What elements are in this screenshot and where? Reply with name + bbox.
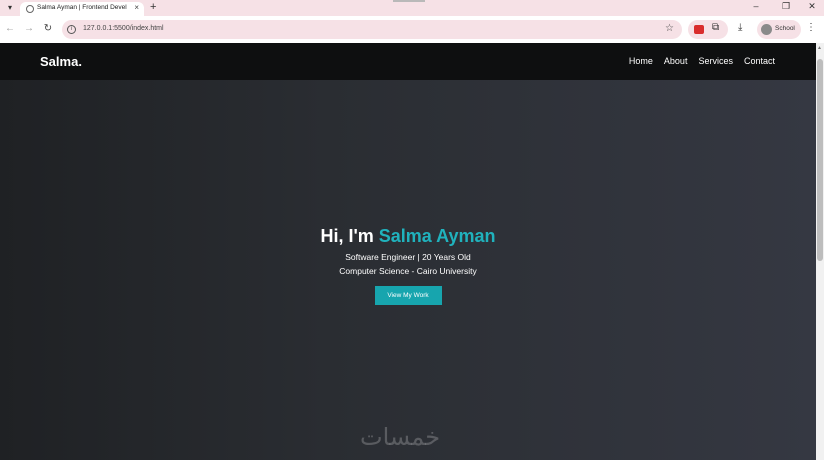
active-tab[interactable]: Salma Ayman | Frontend Devel × (20, 2, 144, 16)
tab-strip: ▾ Salma Ayman | Frontend Devel × + – ❐ ✕ (0, 0, 824, 16)
close-window-icon[interactable]: ✕ (805, 1, 819, 12)
url-text[interactable]: 127.0.0.1:5500/index.html (83, 25, 164, 32)
watermark-logo: خمسات (360, 423, 441, 451)
nav-home[interactable]: Home (629, 56, 653, 66)
site-logo[interactable]: Salma. (40, 54, 82, 69)
profile-label: School (775, 25, 795, 32)
puzzle-icon[interactable]: ⧉ (712, 22, 719, 33)
bookmark-star-icon[interactable]: ☆ (665, 23, 674, 34)
hero-title: Hi, I'm Salma Ayman (0, 226, 816, 247)
minimize-icon[interactable]: – (749, 1, 763, 11)
nav-links: Home About Services Contact (629, 56, 775, 66)
site-info-icon[interactable]: i (67, 25, 76, 34)
page-scrollbar[interactable]: ▲ (816, 43, 824, 460)
browser-toolbar: ← → ↻ i 127.0.0.1:5500/index.html ☆ ⧉ ⤓ … (0, 16, 824, 43)
avatar (761, 24, 772, 35)
hero-subtitle: Software Engineer | 20 Years Old (345, 252, 471, 262)
logo-dot: . (78, 54, 82, 69)
reload-icon[interactable]: ↻ (42, 23, 54, 34)
logo-text: Salma (40, 54, 79, 69)
address-bar[interactable]: i 127.0.0.1:5500/index.html ☆ (62, 20, 682, 39)
hero-greeting: Hi, I'm (320, 226, 379, 246)
view-work-button[interactable]: View My Work (374, 286, 442, 305)
site-navbar: Salma. Home About Services Contact (0, 43, 816, 80)
extension-icon[interactable] (694, 25, 704, 34)
tab-title: Salma Ayman | Frontend Devel (37, 4, 127, 11)
new-tab-button[interactable]: + (150, 1, 156, 13)
scrollbar-thumb[interactable] (817, 59, 823, 261)
nav-services[interactable]: Services (698, 56, 733, 66)
globe-icon (26, 5, 34, 13)
download-icon[interactable]: ⤓ (738, 22, 742, 33)
profile-button[interactable]: School (757, 20, 801, 39)
restore-icon[interactable]: ❐ (779, 1, 793, 12)
forward-icon[interactable]: → (23, 23, 35, 34)
menu-icon[interactable]: ⋮ (806, 22, 816, 33)
nav-contact[interactable]: Contact (744, 56, 775, 66)
hero-name: Salma Ayman (378, 226, 496, 246)
extensions-group: ⧉ (688, 20, 728, 39)
back-icon[interactable]: ← (4, 23, 16, 34)
nav-about[interactable]: About (664, 56, 688, 66)
scroll-up-icon[interactable]: ▲ (817, 45, 822, 51)
page-viewport: Salma. Home About Services Contact Hi, I… (0, 43, 816, 460)
hero-education: Computer Science - Cairo University (339, 266, 477, 276)
tab-close-icon[interactable]: × (134, 3, 139, 12)
hero-section: Hi, I'm Salma Ayman Software Engineer | … (0, 226, 816, 305)
tab-search-icon[interactable]: ▾ (4, 2, 16, 14)
window-drag-handle[interactable] (393, 0, 425, 2)
